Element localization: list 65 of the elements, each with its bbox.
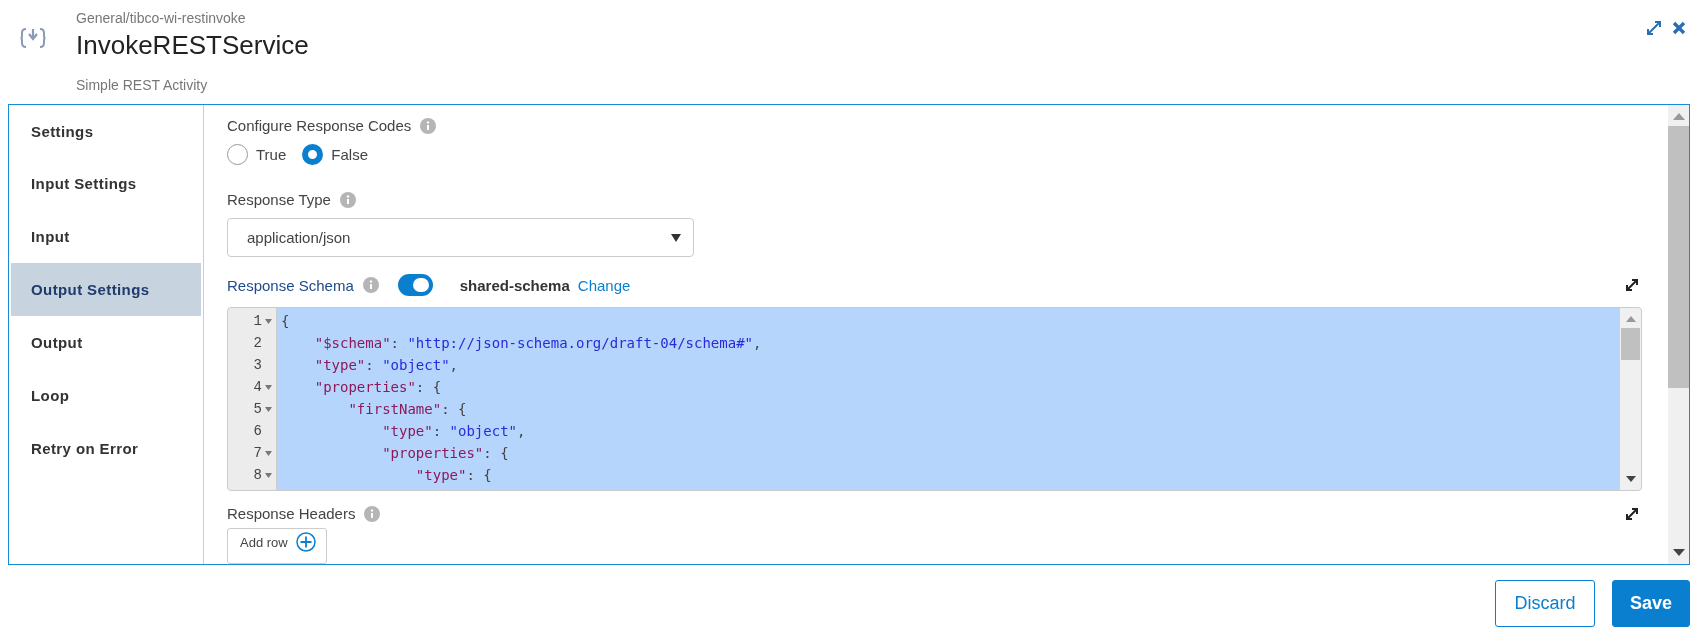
fold-caret-icon[interactable] xyxy=(265,472,272,478)
info-icon[interactable] xyxy=(339,191,356,208)
download-braces-icon xyxy=(20,26,46,50)
scroll-down-icon[interactable] xyxy=(1672,549,1685,556)
plus-circle-icon xyxy=(295,532,316,552)
sidebar-item[interactable]: Input Settings xyxy=(11,157,201,210)
radio-label: False xyxy=(331,146,368,163)
radio-label: True xyxy=(256,146,287,163)
sidebar-item[interactable]: Output xyxy=(11,316,201,369)
scroll-down-icon[interactable] xyxy=(1625,476,1636,482)
sidebar-item[interactable]: Loop xyxy=(11,369,201,422)
sidebar-item[interactable]: Input xyxy=(11,210,201,263)
code-line: { xyxy=(281,312,291,331)
fold-caret-icon[interactable] xyxy=(265,318,272,324)
code-line: "$schema": "http://json-schema.org/draft-04/schema#", xyxy=(313,334,763,353)
info-icon[interactable] xyxy=(364,505,381,522)
expand-icon[interactable] xyxy=(1624,277,1640,294)
response-type-dropdown[interactable]: application/json xyxy=(227,218,694,258)
panel-scrollbar[interactable] xyxy=(1668,105,1689,564)
radio-button[interactable] xyxy=(302,144,324,165)
breadcrumb: General/tibco-wi-restinvoke xyxy=(76,10,247,26)
line-number: 2 xyxy=(253,335,262,351)
expand-icon[interactable] xyxy=(1624,505,1640,522)
scroll-up-icon[interactable] xyxy=(1672,113,1685,120)
line-number: 3 xyxy=(253,357,262,373)
line-number: 7 xyxy=(253,445,262,461)
code-line: "properties": { xyxy=(381,444,510,463)
sidebar-item[interactable]: Settings xyxy=(11,105,201,157)
line-number: 1 xyxy=(253,313,262,329)
activity-subtitle: Simple REST Activity xyxy=(76,77,209,93)
change-link[interactable]: Change xyxy=(577,276,631,294)
discard-button[interactable]: Discard xyxy=(1495,580,1595,627)
fold-caret-icon[interactable] xyxy=(265,450,272,456)
fold-caret-icon[interactable] xyxy=(265,384,272,390)
code-line: "properties": { xyxy=(313,378,443,397)
sidebar-item[interactable]: Output Settings xyxy=(11,263,201,316)
radio-button[interactable] xyxy=(227,144,248,165)
save-button[interactable]: Save xyxy=(1612,580,1690,627)
line-number: 6 xyxy=(253,423,262,439)
editor-scrollbar[interactable] xyxy=(1620,308,1641,490)
info-icon[interactable] xyxy=(420,117,437,134)
sidebar-item[interactable]: Retry on Error xyxy=(11,422,201,475)
schema-name: shared-schema xyxy=(459,276,570,294)
field-label: Configure Response Codes xyxy=(227,117,412,134)
field-label: Response Headers xyxy=(227,505,356,522)
dropdown-caret-icon xyxy=(671,233,681,242)
code-line: "firstName": { xyxy=(347,400,468,419)
info-icon[interactable] xyxy=(362,277,379,294)
line-number: 4 xyxy=(253,379,262,395)
toggle-switch[interactable] xyxy=(397,274,433,297)
field-label: Response Type xyxy=(227,191,331,208)
code-line: "type": "object", xyxy=(381,422,527,441)
scrollbar-thumb[interactable] xyxy=(1668,126,1689,388)
activity-title: InvokeRESTService xyxy=(76,30,309,61)
code-editor[interactable]: 1 2 3 4 5 6 7 8 { "$schema": "http://json-schema.org/draft-04/schema#", "type": "object", "properties": { "firstName": { "type": "object", "properties": { "type": { xyxy=(227,307,1642,491)
add-row-button[interactable]: Add row xyxy=(227,528,327,564)
code-line: "type": { xyxy=(414,466,493,485)
close-icon[interactable] xyxy=(1672,21,1686,35)
code-line: "type": "object", xyxy=(313,356,460,375)
scrollbar-thumb[interactable] xyxy=(1621,328,1640,360)
line-number: 5 xyxy=(253,401,262,417)
field-label: Response Schema xyxy=(227,276,354,294)
scroll-up-icon[interactable] xyxy=(1625,316,1636,322)
fold-caret-icon[interactable] xyxy=(265,406,272,412)
line-number: 8 xyxy=(253,467,262,483)
